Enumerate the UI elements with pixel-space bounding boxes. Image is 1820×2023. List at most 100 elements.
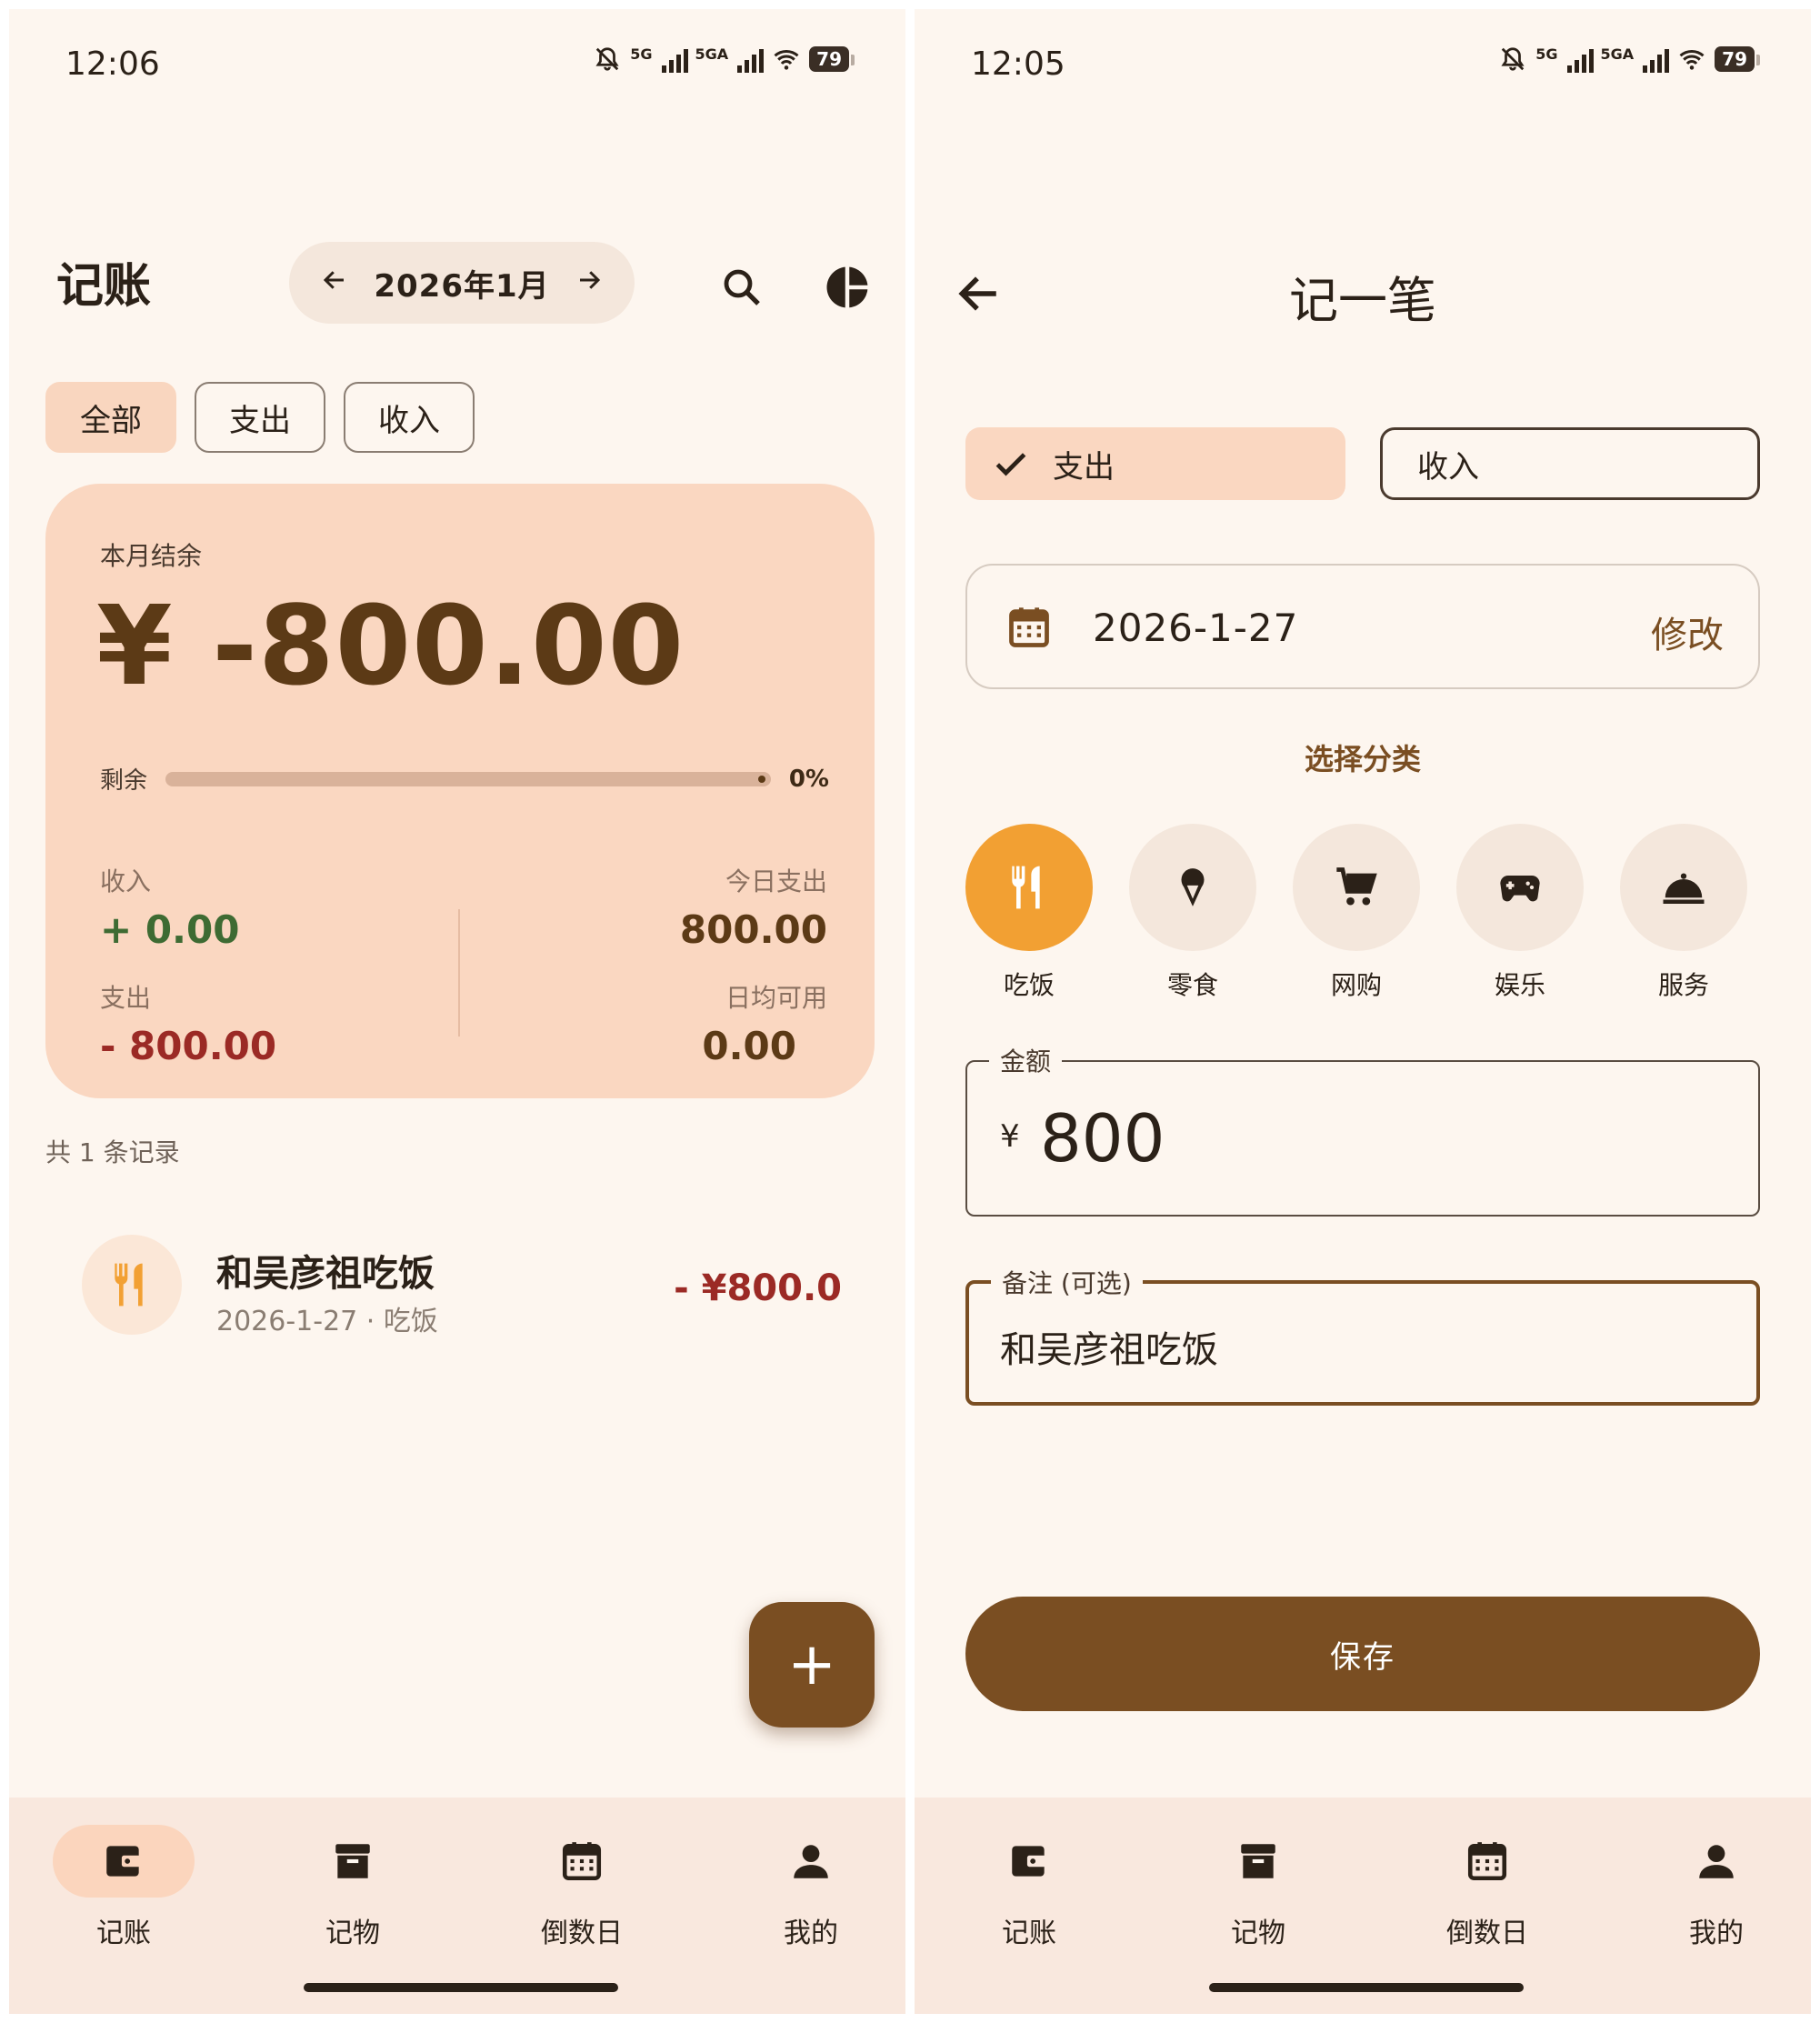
category-label: 娱乐 bbox=[1494, 970, 1545, 1000]
restaurant-icon bbox=[82, 1235, 182, 1335]
archive-icon bbox=[1241, 1844, 1275, 1878]
expense-label: 支出 bbox=[100, 983, 152, 1013]
remaining-progress-bar bbox=[165, 771, 771, 786]
daily-available-value: 0.00 bbox=[702, 1024, 796, 1068]
daily-available-label: 日均可用 bbox=[725, 983, 827, 1013]
income-value: + 0.00 bbox=[100, 907, 240, 952]
add-record-button[interactable]: + bbox=[749, 1602, 875, 1728]
signal-icon bbox=[1566, 45, 1594, 73]
category-section-title: 选择分类 bbox=[1304, 742, 1421, 776]
signal-type-1: 5G bbox=[630, 45, 653, 63]
nav-item-ledger[interactable]: 记账 bbox=[33, 1825, 215, 1950]
archive-icon bbox=[335, 1844, 370, 1878]
nav-label: 记账 bbox=[96, 1918, 151, 1949]
category-label: 服务 bbox=[1657, 970, 1709, 1000]
person-icon bbox=[1699, 1845, 1734, 1878]
nav-item-countdown[interactable]: 倒数日 bbox=[1396, 1825, 1578, 1950]
status-time: 12:06 bbox=[65, 45, 160, 83]
monthly-summary-card: 本月结余 ¥ -800.00 剩余 0% 收入 + 0.00 支出 - 800.… bbox=[45, 484, 875, 1098]
signal-type-2: 5GA bbox=[1600, 45, 1635, 63]
bottom-nav: 记账 记物 倒数日 我的 bbox=[9, 1798, 905, 2014]
nav-item-profile[interactable]: 我的 bbox=[1625, 1825, 1807, 1950]
search-icon[interactable] bbox=[715, 260, 769, 315]
wifi-icon bbox=[774, 49, 799, 70]
status-icons: 5G 5GA 79 bbox=[592, 45, 855, 73]
nav-item-profile[interactable]: 我的 bbox=[720, 1825, 902, 1950]
ledger-screen: 12:06 5G 5GA 79 记账 2026年1月 全部 支出 收入 本月结余 bbox=[9, 9, 905, 2014]
mute-icon bbox=[1501, 47, 1525, 71]
record-title: 和吴彦祖吃饭 bbox=[216, 1253, 435, 1295]
filter-expense-chip[interactable]: 支出 bbox=[195, 382, 325, 453]
nav-label: 记物 bbox=[325, 1918, 380, 1949]
arrow-right-icon[interactable] bbox=[571, 265, 607, 302]
note-label: 备注 (可选) bbox=[991, 1264, 1143, 1300]
shopping-cart-icon bbox=[1336, 867, 1377, 906]
arrow-left-icon[interactable] bbox=[316, 265, 353, 302]
signal-icon bbox=[1643, 45, 1670, 73]
signal-icon bbox=[737, 45, 765, 73]
amount-field[interactable]: 金额 ¥ 800 bbox=[965, 1042, 1760, 1217]
room-service-icon bbox=[1663, 873, 1705, 904]
save-button[interactable]: 保存 bbox=[965, 1597, 1760, 1711]
type-income-toggle[interactable]: 收入 bbox=[1380, 427, 1760, 500]
edit-date-button[interactable]: 修改 bbox=[1651, 606, 1724, 658]
nav-label: 我的 bbox=[784, 1918, 838, 1949]
remain-percent: 0% bbox=[788, 765, 829, 793]
calendar-icon bbox=[1005, 604, 1053, 655]
today-expense-stat: 今日支出 800.00 bbox=[680, 862, 827, 952]
daily-available-stat: 日均可用 0.00 bbox=[702, 978, 827, 1068]
category-label: 网购 bbox=[1330, 970, 1382, 1000]
month-label[interactable]: 2026年1月 bbox=[374, 261, 549, 305]
check-icon bbox=[995, 453, 1026, 476]
balance-value: ¥ -800.00 bbox=[96, 584, 685, 710]
calendar-icon bbox=[562, 1842, 602, 1881]
battery-indicator: 79 bbox=[809, 46, 855, 72]
nav-label: 我的 bbox=[1689, 1918, 1744, 1949]
home-indicator bbox=[304, 1983, 618, 1992]
restaurant-icon bbox=[1012, 866, 1040, 909]
note-field[interactable]: 备注 (可选) 和吴彦祖吃饭 bbox=[965, 1264, 1760, 1406]
filter-chips: 全部 支出 收入 bbox=[45, 382, 475, 453]
list-item[interactable]: 和吴彦祖吃饭 2026-1-27 · 吃饭 - ¥800.0 bbox=[82, 1235, 842, 1344]
today-expense-label: 今日支出 bbox=[725, 866, 827, 896]
remain-label: 剩余 bbox=[100, 767, 148, 795]
mute-icon bbox=[595, 47, 619, 71]
nav-item-countdown[interactable]: 倒数日 bbox=[491, 1825, 673, 1950]
page-title: 记账 bbox=[56, 259, 152, 314]
wifi-icon bbox=[1679, 49, 1705, 70]
signal-icon bbox=[661, 45, 688, 73]
record-subtitle: 2026-1-27 · 吃饭 bbox=[216, 1306, 438, 1337]
nav-item-items[interactable]: 记物 bbox=[262, 1825, 444, 1950]
nav-label: 记账 bbox=[1002, 1918, 1056, 1949]
date-field[interactable]: 2026-1-27 修改 bbox=[965, 564, 1760, 689]
ice-cream-icon bbox=[1181, 868, 1205, 906]
type-income-label: 收入 bbox=[1417, 448, 1479, 486]
filter-income-chip[interactable]: 收入 bbox=[344, 382, 475, 453]
status-bar: 12:05 5G 5GA 79 bbox=[915, 9, 1811, 109]
home-indicator bbox=[1209, 1983, 1524, 1992]
income-stat: 收入 + 0.00 bbox=[100, 862, 239, 952]
card-divider bbox=[458, 909, 460, 1037]
nav-label: 记物 bbox=[1231, 1918, 1285, 1949]
expense-stat: 支出 - 800.00 bbox=[100, 978, 276, 1068]
category-snacks[interactable]: 零食 bbox=[1129, 824, 1256, 1002]
type-expense-toggle[interactable]: 支出 bbox=[965, 427, 1345, 500]
filter-all-chip[interactable]: 全部 bbox=[45, 382, 176, 453]
wallet-icon bbox=[106, 1846, 141, 1877]
progress-end-dot bbox=[757, 775, 765, 783]
nav-item-ledger[interactable]: 记账 bbox=[938, 1825, 1120, 1950]
pie-chart-icon[interactable] bbox=[820, 260, 875, 315]
expense-value: - 800.00 bbox=[100, 1024, 277, 1068]
category-shopping[interactable]: 网购 bbox=[1293, 824, 1420, 1002]
nav-label: 倒数日 bbox=[1446, 1918, 1528, 1949]
remaining-row: 剩余 0% bbox=[100, 762, 829, 796]
summary-label: 本月结余 bbox=[100, 541, 203, 571]
currency-prefix: ¥ bbox=[1000, 1118, 1020, 1155]
signal-type-1: 5G bbox=[1535, 45, 1558, 63]
category-entertainment[interactable]: 娱乐 bbox=[1456, 824, 1584, 1002]
add-record-screen: 12:05 5G 5GA 79 记一笔 支出 收入 2026-1-27 修改 选… bbox=[915, 9, 1811, 2014]
category-services[interactable]: 服务 bbox=[1620, 824, 1747, 1002]
status-time: 12:05 bbox=[971, 45, 1065, 83]
nav-item-items[interactable]: 记物 bbox=[1167, 1825, 1349, 1950]
category-dining[interactable]: 吃饭 bbox=[965, 824, 1093, 1002]
